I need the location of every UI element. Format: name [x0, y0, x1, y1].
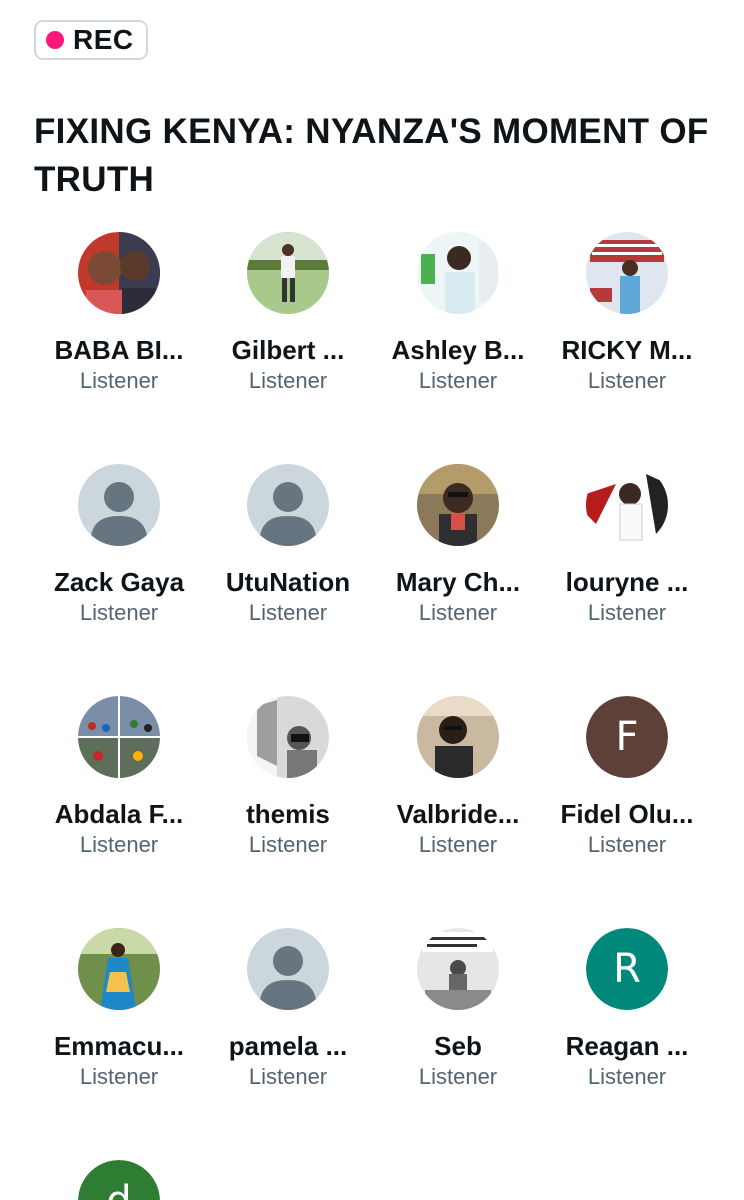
participant-item[interactable]: Seb Listener: [373, 928, 543, 1092]
participant-name: Reagan ...: [565, 1031, 689, 1061]
avatar[interactable]: [417, 928, 499, 1010]
participant-role: Listener: [418, 600, 498, 625]
participant-item[interactable]: Emmacu... Listener: [34, 928, 204, 1092]
participant-role: Listener: [79, 1064, 159, 1089]
participant-name: louryne ...: [565, 567, 689, 597]
participant-item[interactable]: UtuNation Listener: [203, 464, 373, 628]
participant-role: Listener: [248, 832, 328, 857]
participant-name: BABA BI...: [54, 335, 184, 365]
participant-name: Fidel Olu...: [560, 799, 694, 829]
participant-item[interactable]: F Fidel Olu... Listener: [542, 696, 712, 860]
participant-name: Zack Gaya: [53, 567, 185, 597]
participant-item[interactable]: Mary Ch... Listener: [373, 464, 543, 628]
participant-role: Listener: [248, 1064, 328, 1089]
avatar[interactable]: [247, 928, 329, 1010]
participant-name: Gilbert ...: [231, 335, 345, 365]
participant-role: Listener: [418, 832, 498, 857]
participant-role: Listener: [418, 368, 498, 393]
participant-name: Ashley B...: [391, 335, 525, 365]
avatar[interactable]: [78, 696, 160, 778]
space-page: REC FIXING KENYA: NYANZA'S MOMENT OF TRU…: [0, 0, 744, 1200]
participant-name: Mary Ch...: [395, 567, 521, 597]
avatar[interactable]: [78, 464, 160, 546]
participant-item[interactable]: Ashley B... Listener: [373, 232, 543, 396]
participant-item[interactable]: R Reagan ... Listener: [542, 928, 712, 1092]
avatar[interactable]: [586, 232, 668, 314]
participant-role: Listener: [79, 832, 159, 857]
participant-name: RICKY M...: [561, 335, 693, 365]
recording-label: REC: [73, 24, 134, 55]
recording-dot-icon: [46, 31, 64, 49]
participant-name: Valbride...: [396, 799, 520, 829]
avatar[interactable]: [247, 232, 329, 314]
avatar[interactable]: [78, 232, 160, 314]
avatar[interactable]: [247, 464, 329, 546]
avatar[interactable]: [78, 928, 160, 1010]
participant-item[interactable]: d: [34, 1160, 204, 1200]
avatar-letter: d: [78, 1160, 160, 1200]
participant-item[interactable]: Abdala F... Listener: [34, 696, 204, 860]
participant-role: Listener: [248, 368, 328, 393]
participant-role: Listener: [79, 368, 159, 393]
participant-item[interactable]: pamela ... Listener: [203, 928, 373, 1092]
avatar[interactable]: d: [78, 1160, 160, 1200]
avatar[interactable]: [417, 464, 499, 546]
participant-item[interactable]: Valbride... Listener: [373, 696, 543, 860]
participant-role: Listener: [587, 368, 667, 393]
participant-name: Seb: [434, 1031, 482, 1061]
recording-badge[interactable]: REC: [34, 20, 148, 60]
avatar[interactable]: F: [586, 696, 668, 778]
participant-role: Listener: [587, 600, 667, 625]
avatar-letter: R: [586, 928, 668, 1010]
avatar[interactable]: [417, 232, 499, 314]
participant-item[interactable]: Zack Gaya Listener: [34, 464, 204, 628]
participant-role: Listener: [79, 600, 159, 625]
participant-role: Listener: [418, 1064, 498, 1089]
participant-item[interactable]: BABA BI... Listener: [34, 232, 204, 396]
participant-name: Emmacu...: [53, 1031, 185, 1061]
avatar-letter: F: [586, 696, 668, 778]
participant-item[interactable]: Gilbert ... Listener: [203, 232, 373, 396]
space-title: FIXING KENYA: NYANZA'S MOMENT OF TRUTH: [34, 112, 709, 199]
participant-name: pamela ...: [228, 1031, 348, 1061]
participant-role: Listener: [248, 600, 328, 625]
avatar[interactable]: [247, 696, 329, 778]
avatar[interactable]: [586, 464, 668, 546]
participant-name: Abdala F...: [54, 799, 184, 829]
participant-name: themis: [246, 799, 330, 829]
participant-item[interactable]: louryne ... Listener: [542, 464, 712, 628]
default-avatar-icon: [247, 928, 329, 1010]
default-avatar-icon: [78, 464, 160, 546]
avatar[interactable]: R: [586, 928, 668, 1010]
participant-item[interactable]: RICKY M... Listener: [542, 232, 712, 396]
participant-item[interactable]: themis Listener: [203, 696, 373, 860]
default-avatar-icon: [247, 464, 329, 546]
participant-role: Listener: [587, 832, 667, 857]
avatar[interactable]: [417, 696, 499, 778]
participant-role: Listener: [587, 1064, 667, 1089]
participant-name: UtuNation: [225, 567, 351, 597]
